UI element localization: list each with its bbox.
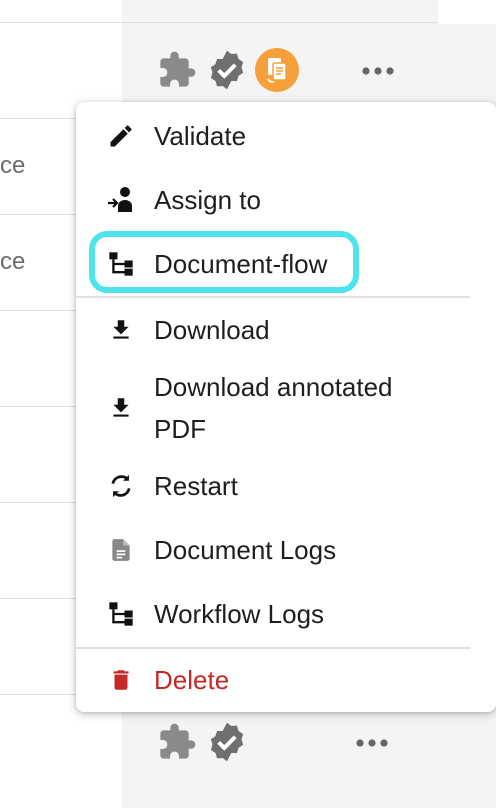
menu-item-document-logs[interactable]: Document Logs [76, 529, 496, 571]
row-status-icons [153, 46, 301, 94]
restart-icon [106, 471, 136, 501]
row-divider [0, 22, 438, 23]
more-options-button[interactable] [352, 728, 392, 758]
menu-item-label-line2: PDF [154, 414, 206, 444]
menu-item-document-flow[interactable]: Document-flow [76, 243, 496, 285]
menu-item-assign-to[interactable]: Assign to [76, 179, 496, 221]
menu-divider [76, 647, 470, 649]
menu-item-download[interactable]: Download [76, 309, 496, 351]
menu-item-label: Workflow Logs [154, 599, 325, 629]
flow-tree-icon [106, 599, 136, 629]
menu-item-label: Download annotated [154, 372, 393, 402]
pencil-icon [106, 121, 136, 151]
menu-item-label: Assign to [154, 185, 261, 215]
flow-tree-icon [106, 249, 136, 279]
menu-item-validate[interactable]: Validate [76, 115, 496, 157]
download-icon [106, 393, 136, 423]
menu-item-workflow-logs[interactable]: Workflow Logs [76, 593, 496, 635]
trash-icon [106, 665, 136, 695]
row-status-icons [153, 718, 251, 766]
verified-badge-icon[interactable] [203, 718, 251, 766]
menu-item-restart[interactable]: Restart [76, 465, 496, 507]
menu-item-label: Document Logs [154, 535, 337, 565]
row-cell-text: ce [0, 248, 26, 275]
menu-item-label: Delete [154, 665, 230, 695]
context-menu: Validate Assign to Document-flow Downloa… [76, 102, 496, 712]
download-icon [106, 315, 136, 345]
menu-item-label: Restart [154, 471, 238, 501]
verified-badge-icon[interactable] [203, 46, 251, 94]
row-cell-text: ce [0, 152, 26, 179]
menu-item-delete[interactable]: Delete [76, 659, 496, 701]
puzzle-icon[interactable] [153, 718, 201, 766]
menu-item-download-annotated-pdf[interactable]: Download annotated PDF [76, 366, 496, 450]
document-icon [106, 535, 136, 565]
menu-item-label: Validate [154, 121, 247, 151]
copy-document-icon[interactable] [253, 46, 301, 94]
menu-item-label: Download [154, 315, 270, 345]
assign-person-icon [106, 185, 136, 215]
more-options-button[interactable] [358, 56, 398, 86]
menu-item-label: Document-flow [154, 249, 328, 279]
menu-divider [76, 296, 470, 298]
puzzle-icon[interactable] [153, 46, 201, 94]
